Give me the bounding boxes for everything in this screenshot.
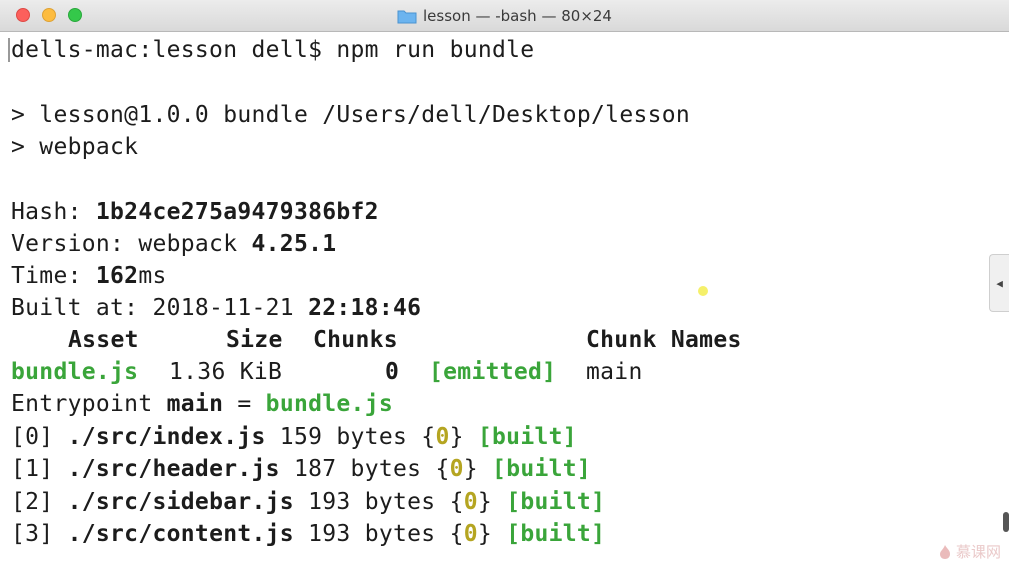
prompt-host: dells-mac:lesson dell$ <box>11 37 337 63</box>
folder-icon <box>397 9 417 24</box>
header-chunks: Chunks <box>313 327 398 353</box>
module-chunk-close: } <box>449 424 478 450</box>
pointer-highlight-dot <box>698 286 708 296</box>
script-line-1: > lesson@1.0.0 bundle /Users/dell/Deskto… <box>11 102 691 128</box>
module-status: [built] <box>477 424 577 450</box>
module-path: ./src/sidebar.js <box>67 489 294 515</box>
module-chunk-close: } <box>477 489 507 515</box>
module-id: [2] <box>11 489 68 515</box>
module-size: 193 bytes <box>293 489 450 515</box>
window-title: lesson — -bash — 80×24 <box>423 7 612 25</box>
module-line: [3] ./src/content.js 193 bytes {0} [buil… <box>11 518 605 550</box>
asset-chunk: 0 <box>385 359 400 385</box>
header-size: Size <box>226 327 283 353</box>
window-title-area: lesson — -bash — 80×24 <box>0 0 1009 32</box>
side-panel-toggle[interactable]: ◀ <box>989 254 1009 312</box>
module-chunk: 0 <box>463 521 478 547</box>
time-line: Time: 162ms <box>11 260 167 292</box>
module-chunk-open: { <box>421 424 436 450</box>
entrypoint-file: bundle.js <box>265 391 393 417</box>
asset-chunk-name: main <box>586 359 643 385</box>
module-chunk: 0 <box>449 456 464 482</box>
version-label: Version: webpack <box>11 231 252 257</box>
module-id: [1] <box>11 456 68 482</box>
module-chunk: 0 <box>435 424 450 450</box>
triangle-left-icon: ◀ <box>996 276 1003 290</box>
asset-size: 1.36 KiB <box>169 359 283 385</box>
module-line: [0] ./src/index.js 159 bytes {0} [built] <box>11 421 577 453</box>
module-path: ./src/content.js <box>67 521 294 547</box>
module-id: [3] <box>11 521 68 547</box>
module-chunk-close: } <box>477 521 507 547</box>
module-chunk-open: { <box>449 489 464 515</box>
prompt-line: dells-mac:lesson dell$ npm run bundle <box>11 34 534 66</box>
module-chunk-close: } <box>463 456 493 482</box>
time-value: 162 <box>95 263 139 289</box>
module-chunk-open: { <box>449 521 464 547</box>
built-at-value: 22:18:46 <box>308 295 422 321</box>
header-asset: Asset <box>68 327 139 353</box>
entrypoint-eq: = <box>223 391 266 417</box>
module-chunk: 0 <box>463 489 478 515</box>
watermark: 慕课网 <box>938 541 1001 562</box>
version-value: 4.25.1 <box>251 231 337 257</box>
module-line: [1] ./src/header.js 187 bytes {0} [built… <box>11 453 591 485</box>
version-line: Version: webpack 4.25.1 <box>11 228 336 260</box>
hash-value: 1b24ce275a9479386bf2 <box>95 199 379 225</box>
terminal-output[interactable]: dells-mac:lesson dell$ npm run bundle > … <box>0 32 1009 568</box>
hash-label: Hash: <box>11 199 96 225</box>
module-path: ./src/index.js <box>67 424 266 450</box>
asset-status: [emitted] <box>429 359 557 385</box>
script-line-2: > webpack <box>11 134 139 160</box>
module-status: [built] <box>506 521 606 547</box>
built-at-line: Built at: 2018-11-21 22:18:46 <box>11 292 421 324</box>
built-at-label: Built at: 2018-11-21 <box>11 295 309 321</box>
watermark-text: 慕课网 <box>955 543 1001 561</box>
hash-line: Hash: 1b24ce275a9479386bf2 <box>11 196 379 228</box>
entrypoint-line: Entrypoint main = bundle.js <box>11 388 393 420</box>
scrollbar-thumb[interactable] <box>1003 512 1009 532</box>
module-size: 193 bytes <box>293 521 450 547</box>
entrypoint-name: main <box>166 391 224 417</box>
module-status: [built] <box>506 489 606 515</box>
module-line: [2] ./src/sidebar.js 193 bytes {0} [buil… <box>11 486 605 518</box>
module-chunk-open: { <box>435 456 450 482</box>
cursor-icon <box>8 38 10 62</box>
time-unit: ms <box>138 263 167 289</box>
entrypoint-label: Entrypoint <box>11 391 167 417</box>
module-size: 159 bytes <box>265 424 422 450</box>
module-path: ./src/header.js <box>67 456 280 482</box>
module-id: [0] <box>11 424 68 450</box>
asset-name: bundle.js <box>11 359 139 385</box>
header-chunk-names: Chunk Names <box>586 327 742 353</box>
module-size: 187 bytes <box>279 456 436 482</box>
time-label: Time: <box>11 263 96 289</box>
title-bar: lesson — -bash — 80×24 <box>0 0 1009 32</box>
flame-icon <box>938 544 952 560</box>
module-status: [built] <box>492 456 592 482</box>
prompt-command: npm run bundle <box>336 37 535 63</box>
